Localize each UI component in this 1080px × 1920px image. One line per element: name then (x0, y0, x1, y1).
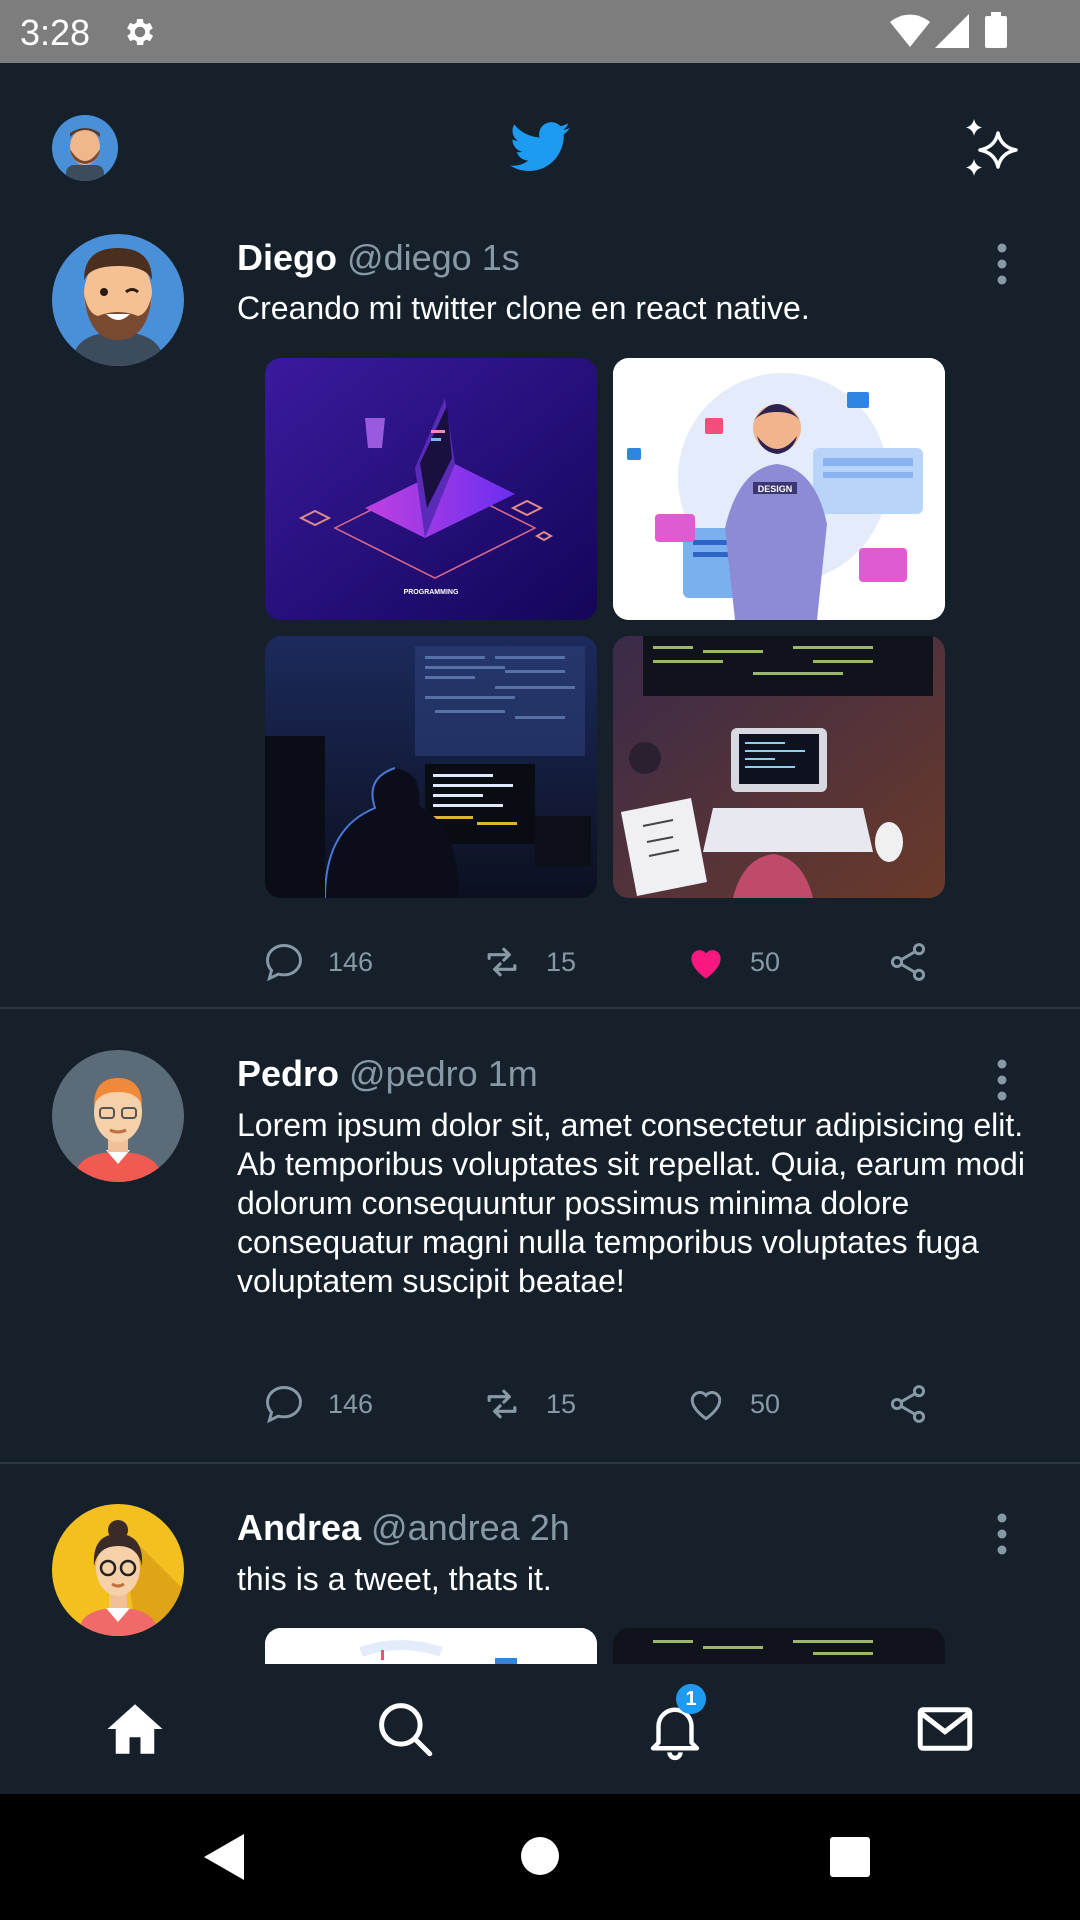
like-count: 50 (750, 1388, 781, 1419)
tweet-card[interactable]: Andrea @andrea 2h this is a tweet, thats… (0, 1464, 1080, 1664)
back-icon[interactable] (204, 1834, 246, 1880)
battery-icon (985, 12, 1007, 48)
tweet-time: 1s (481, 237, 520, 278)
tweet-actions: 146 15 50 (262, 1379, 962, 1429)
home-circle-icon[interactable] (520, 1836, 560, 1876)
share-icon (890, 1385, 926, 1423)
notification-badge: 1 (676, 1684, 706, 1714)
like-button[interactable]: 50 (684, 1379, 780, 1429)
mail-icon[interactable] (912, 1696, 978, 1762)
sparkles-icon[interactable] (960, 117, 1026, 183)
retweet-count: 15 (546, 1388, 577, 1419)
avatar[interactable] (52, 234, 184, 366)
comment-icon (266, 1386, 302, 1424)
comment-count: 146 (328, 946, 374, 977)
tweet-image[interactable] (265, 636, 597, 898)
comment-icon (266, 944, 302, 982)
tweet-text: Lorem ipsum dolor sit, amet consectetur … (237, 1107, 1025, 1299)
tweet-header: Andrea @andrea 2h (237, 1507, 570, 1549)
cell-signal-icon (935, 14, 969, 48)
system-navigation-bar (0, 1794, 1080, 1920)
tweet-header: Pedro @pedro 1m (237, 1053, 538, 1095)
share-icon (890, 943, 926, 981)
tweet-time: 1m (487, 1053, 538, 1094)
retweet-count: 15 (546, 946, 577, 977)
avatar[interactable] (52, 1050, 184, 1182)
author-handle: @andrea (371, 1507, 520, 1548)
image-caption: PROGRAMMING (404, 589, 459, 596)
tweet-image[interactable]: DESIGN (613, 358, 945, 620)
author-handle: @diego (347, 237, 472, 278)
retweet-button[interactable]: 15 (480, 1379, 576, 1429)
tweet-image-grid: PROGRAMMING DESIGN (265, 358, 945, 898)
image-label: DESIGN (758, 484, 793, 494)
settings-gear-icon (127, 18, 154, 46)
top-app-bar (0, 63, 1080, 213)
wifi-icon (890, 14, 930, 47)
retweet-icon (487, 947, 517, 977)
heart-filled-icon (691, 950, 721, 979)
tweet-card[interactable]: Diego @diego 1s Creando mi twitter clone… (0, 213, 1080, 1009)
tweet-image-grid (265, 1628, 945, 1664)
tweet-actions: 146 15 50 (262, 937, 962, 987)
tweet-text: this is a tweet, thats it. (237, 1561, 552, 1597)
like-button[interactable]: 50 (684, 937, 780, 987)
search-icon[interactable] (372, 1696, 438, 1762)
status-bar: 3:28 (0, 0, 1080, 63)
more-options-icon[interactable] (990, 1056, 1014, 1104)
home-icon[interactable] (102, 1696, 168, 1762)
bottom-navigation: 1 (0, 1664, 1080, 1794)
heart-outline-icon (690, 1391, 722, 1421)
tweet-time: 2h (529, 1507, 570, 1548)
tweet-image[interactable] (613, 1628, 945, 1664)
share-button[interactable] (886, 1379, 930, 1429)
retweet-button[interactable]: 15 (480, 937, 576, 987)
tweet-image[interactable] (265, 1628, 597, 1664)
tweet-card[interactable]: Pedro @pedro 1m Lorem ipsum dolor sit, a… (0, 1009, 1080, 1464)
comment-button[interactable]: 146 (262, 937, 373, 987)
author-name[interactable]: Andrea (237, 1507, 361, 1548)
status-time: 3:28 (20, 12, 91, 53)
profile-avatar[interactable] (52, 115, 118, 181)
tweet-image[interactable]: PROGRAMMING (265, 358, 597, 620)
comment-count: 146 (328, 1388, 374, 1419)
share-button[interactable] (886, 937, 930, 987)
retweet-icon (487, 1389, 517, 1419)
more-options-icon[interactable] (990, 240, 1014, 288)
more-options-icon[interactable] (990, 1510, 1014, 1558)
tweet-image[interactable] (613, 636, 945, 898)
tweet-header: Diego @diego 1s (237, 237, 520, 279)
twitter-logo-icon (510, 122, 570, 171)
author-handle: @pedro (349, 1053, 478, 1094)
author-name[interactable]: Pedro (237, 1053, 339, 1094)
author-name[interactable]: Diego (237, 237, 337, 278)
like-count: 50 (750, 946, 781, 977)
comment-button[interactable]: 146 (262, 1379, 373, 1429)
recents-icon[interactable] (830, 1837, 870, 1877)
avatar[interactable] (52, 1504, 184, 1636)
tweet-text: Creando mi twitter clone en react native… (237, 290, 810, 326)
notifications-tab[interactable]: 1 (642, 1684, 708, 1762)
